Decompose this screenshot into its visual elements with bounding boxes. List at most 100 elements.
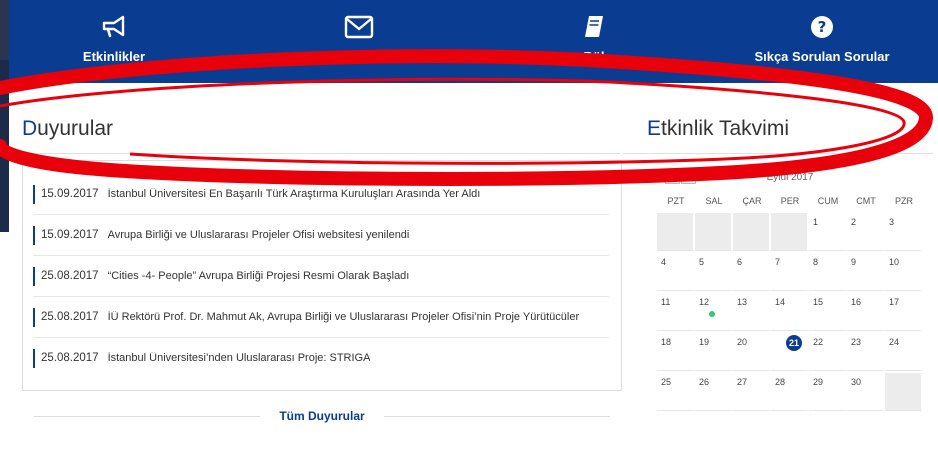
calendar-day[interactable]: 23 xyxy=(847,333,884,371)
announcement-date: 25.08.2017 xyxy=(41,311,99,323)
weekday-header: CUM xyxy=(817,196,839,206)
announcement-date: 15.09.2017 xyxy=(41,188,99,200)
calendar-day[interactable]: 7 xyxy=(771,253,808,291)
svg-text:?: ? xyxy=(818,18,827,36)
day-number: 30 xyxy=(851,377,862,387)
all-announcements-link[interactable]: Tüm Duyurular xyxy=(34,409,610,423)
weekday-header: PER xyxy=(780,196,800,206)
announcement-item[interactable]: 25.08.2017 İÜ Rektörü Prof. Dr. Mahmut Ak… xyxy=(33,297,609,338)
calendar-day[interactable]: 19 xyxy=(695,333,732,371)
item-marker xyxy=(33,348,35,368)
nav-item-bulten[interactable]: Bül xyxy=(544,0,644,83)
announcements-list: 15.09.2017 İstanbul Üniversitesi En Başar… xyxy=(22,160,622,391)
announcement-link[interactable]: İÜ Rektörü Prof. Dr. Mahmut Ak, Avrupa B… xyxy=(108,311,580,323)
question-icon: ? xyxy=(810,14,834,40)
calendar-month-label: Eylül 2017 xyxy=(766,172,814,183)
calendar-day[interactable]: 3 xyxy=(885,213,922,251)
calendar-day[interactable]: 4 xyxy=(657,253,694,291)
calendar-day[interactable]: 5 xyxy=(695,253,732,291)
announcement-item[interactable]: 25.08.2017 “Cities -4- People” Avrupa Bir… xyxy=(33,256,609,297)
calendar-day[interactable]: 29 xyxy=(809,373,846,411)
megaphone-icon xyxy=(101,14,127,40)
nav-label: Bül xyxy=(583,49,605,64)
day-number: 24 xyxy=(889,337,900,347)
envelope-icon xyxy=(344,14,374,40)
weekday-header: CMT xyxy=(856,196,876,206)
calendar-title-divider xyxy=(623,153,933,154)
day-number: 10 xyxy=(889,257,900,267)
calendar-day[interactable]: 10 xyxy=(885,253,922,291)
day-number: 9 xyxy=(851,257,857,267)
announcement-link[interactable]: İstanbul Üniversitesi En Başarılı Türk A… xyxy=(108,188,481,200)
calendar-day[interactable]: 27 xyxy=(733,373,770,411)
day-number: 7 xyxy=(775,257,781,267)
calendar-day[interactable]: 25 xyxy=(657,373,694,411)
announcements-title-divider xyxy=(22,153,620,154)
day-number: 4 xyxy=(661,257,667,267)
calendar-day[interactable]: 9 xyxy=(847,253,884,291)
calendar-empty-cell xyxy=(885,373,922,411)
nav-item-sss[interactable]: ? Sıkça Sorulan Sorular xyxy=(742,0,902,83)
calendar-day[interactable]: 30 xyxy=(847,373,884,411)
calendar-day[interactable]: 12 xyxy=(695,293,732,331)
calendar-day[interactable]: 20 xyxy=(733,333,770,371)
day-number: 12 xyxy=(699,297,710,307)
weekday-header: SAL xyxy=(705,196,723,206)
calendar-day[interactable]: 15 xyxy=(809,293,846,331)
day-number: 8 xyxy=(813,257,819,267)
book-icon xyxy=(583,14,605,40)
day-number: 14 xyxy=(775,297,786,307)
calendar-day[interactable]: 2 xyxy=(847,213,884,251)
item-marker xyxy=(33,266,35,286)
announcement-link[interactable]: “Cities -4- People” Avrupa Birliği Proje… xyxy=(108,270,410,282)
day-number: 18 xyxy=(661,337,672,347)
day-number: 5 xyxy=(699,257,705,267)
calendar-day[interactable]: 1 xyxy=(809,213,846,251)
day-number: 16 xyxy=(851,297,862,307)
announcement-link[interactable]: Avrupa Birliği ve Uluslararası Projeler … xyxy=(108,229,410,241)
announcement-item[interactable]: 15.09.2017 Avrupa Birliği ve Uluslararası… xyxy=(33,215,609,256)
announcement-date: 25.08.2017 xyxy=(41,352,99,364)
calendar-day[interactable]: 8 xyxy=(809,253,846,291)
announcement-date: 15.09.2017 xyxy=(41,229,99,241)
announcement-link[interactable]: İstanbul Üniversitesi’nden Uluslararası … xyxy=(108,352,371,364)
calendar-day[interactable]: 13 xyxy=(733,293,770,331)
calendar-title: Etkinlik Takvimi xyxy=(647,117,789,140)
announcement-item[interactable]: 15.09.2017 İstanbul Üniversitesi En Başar… xyxy=(33,174,609,215)
day-number: 6 xyxy=(737,257,743,267)
nav-item-etkinlikler[interactable]: Etkinlikler xyxy=(64,0,164,83)
calendar-day[interactable]: 18 xyxy=(657,333,694,371)
weekday-header: ÇAR xyxy=(742,196,762,206)
item-marker xyxy=(33,184,35,204)
day-number: 1 xyxy=(813,217,819,227)
nav-item-email[interactable]: E-mail xyxy=(309,0,409,83)
day-number: 3 xyxy=(889,217,895,227)
day-number: 26 xyxy=(699,377,710,387)
calendar-day[interactable]: 6 xyxy=(733,253,770,291)
calendar-day[interactable]: 16 xyxy=(847,293,884,331)
calendar-day[interactable]: 26 xyxy=(695,373,732,411)
left-edge-image xyxy=(0,0,9,60)
announcement-item[interactable]: 25.08.2017 İstanbul Üniversitesi’nden Ulu… xyxy=(33,338,609,378)
announcements-title: Duyurular xyxy=(22,117,114,140)
calendar-day[interactable]: 11 xyxy=(657,293,694,331)
calendar-day[interactable]: 24 xyxy=(885,333,922,371)
calendar-day[interactable]: 28 xyxy=(771,373,808,411)
calendar-empty-cell xyxy=(695,213,732,251)
day-number: 28 xyxy=(775,377,786,387)
day-number: 20 xyxy=(737,337,748,347)
weekday-header: PZT xyxy=(667,196,685,206)
day-number: 23 xyxy=(851,337,862,347)
left-edge-background xyxy=(0,0,9,232)
calendar-day[interactable]: 17 xyxy=(885,293,922,331)
day-number: 17 xyxy=(889,297,900,307)
calendar-day[interactable]: 21 xyxy=(771,333,808,371)
calendar-day[interactable]: 22 xyxy=(809,333,846,371)
day-number: 13 xyxy=(737,297,748,307)
nav-label: Sıkça Sorulan Sorular xyxy=(754,49,890,64)
item-marker xyxy=(33,307,35,327)
calendar-empty-cell xyxy=(657,213,694,251)
all-announcements-row: Tüm Duyurular xyxy=(34,405,610,429)
calendar-day[interactable]: 14 xyxy=(771,293,808,331)
day-number: 29 xyxy=(813,377,824,387)
